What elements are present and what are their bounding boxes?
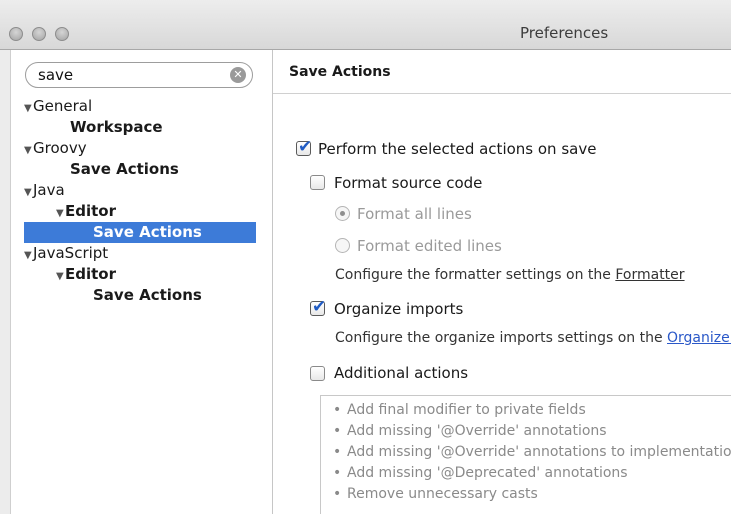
additional-action-text: Add missing '@Deprecated' annotations [347,465,628,481]
formatter-link[interactable]: Formatter [615,267,684,283]
bullet-icon: • [333,444,342,460]
format-edited-lines-radio[interactable] [335,238,350,253]
tree-item-label: Save Actions [93,286,202,304]
perform-actions-label[interactable]: Perform the selected actions on save [318,140,596,158]
tree-item-label: Save Actions [70,160,179,178]
format-all-lines-radio[interactable] [335,206,350,221]
additional-action-item: • Add missing '@Deprecated' annotations [333,463,731,484]
organize-imports-note-text: Configure the organize imports settings … [335,330,668,346]
format-all-lines-label[interactable]: Format all lines [357,205,472,223]
tree-item[interactable]: ▼Editor [24,201,256,222]
disclosure-triangle-icon[interactable]: ▼ [24,245,33,266]
tree-item[interactable]: ▼Editor [24,264,256,285]
organize-imports-note: Configure the organize imports settings … [335,330,731,346]
zoom-window-button[interactable] [55,27,69,41]
tree-item-label: Editor [65,202,116,220]
additional-action-item: • Add final modifier to private fields [333,400,731,421]
tree-item-label: Groovy [33,139,87,157]
additional-action-text: Add missing '@Override' annotations to i… [347,444,731,460]
organize-imports-label[interactable]: Organize imports [334,300,463,318]
tree-item-label: Editor [65,265,116,283]
additional-action-item: • Add missing '@Override' annotations to … [333,442,731,463]
additional-action-item: • Remove unnecessary casts [333,484,731,505]
checkmark-icon: ✔ [312,297,327,317]
radio-dot-icon [340,211,345,216]
tree-item[interactable]: ▼General [24,96,256,117]
checkmark-icon: ✔ [298,137,313,157]
tree-item[interactable]: Save Actions [24,159,256,180]
formatter-note-text: Configure the formatter settings on the [335,267,616,283]
additional-action-item: • Add missing '@Override' annotations [333,421,731,442]
additional-actions-list-box[interactable]: • Add final modifier to private fields • Ad… [320,395,731,514]
format-source-label[interactable]: Format source code [334,174,482,192]
disclosure-triangle-icon[interactable]: ▼ [24,98,33,119]
disclosure-triangle-icon[interactable]: ▼ [24,182,33,203]
additional-actions-label[interactable]: Additional actions [334,364,468,382]
tree-item-label: Workspace [70,118,163,136]
bullet-icon: • [333,423,342,439]
search-field[interactable]: ✕ [25,62,253,88]
tree-item-label: Save Actions [93,223,202,241]
tree-item[interactable]: ▼Groovy [24,138,256,159]
search-input[interactable] [38,66,218,84]
additional-action-text: Add final modifier to private fields [347,402,586,418]
organize-imports-link[interactable]: Organize Imports [667,330,731,346]
perform-actions-checkbox[interactable]: ✔ [296,137,312,157]
organize-imports-checkbox[interactable]: ✔ [310,297,326,317]
tree-item[interactable]: Save Actions [24,285,256,306]
tree-item[interactable]: Workspace [24,117,256,138]
tree-item[interactable]: Save Actions [24,222,256,243]
preferences-tree: ▼General Workspace ▼Groovy Save Actions ▼Jav… [24,96,256,306]
tree-item[interactable]: ▼JavaScript [24,243,256,264]
page-title: Save Actions [289,64,391,80]
minimize-window-button[interactable] [32,27,46,41]
disclosure-triangle-icon[interactable]: ▼ [24,140,33,161]
format-edited-lines-label[interactable]: Format edited lines [357,237,502,255]
additional-action-text: Add missing '@Override' annotations [347,423,607,439]
window-title: Preferences [520,24,609,42]
additional-action-text: Remove unnecessary casts [347,486,538,502]
sidebar-edge [0,50,11,514]
tree-item-label: JavaScript [33,244,109,262]
additional-actions-list: • Add final modifier to private fields • Ad… [333,400,731,505]
tree-item-label: Java [33,181,65,199]
additional-actions-checkbox[interactable] [310,366,325,381]
disclosure-triangle-icon[interactable]: ▼ [56,203,65,224]
close-window-button[interactable] [9,27,23,41]
clear-icon[interactable]: ✕ [230,67,246,83]
preferences-window: Preferences ✕ ▼GeneralWorkspace▼GroovySa… [0,0,731,514]
formatter-note: Configure the formatter settings on the … [335,267,685,283]
disclosure-triangle-icon[interactable]: ▼ [56,266,65,287]
bullet-icon: • [333,486,342,502]
tree-item[interactable]: ▼Java [24,180,256,201]
tree-item-label: General [33,97,93,115]
title-bar[interactable]: Preferences [0,0,731,50]
bullet-icon: • [333,402,342,418]
page-header: Save Actions [273,50,731,94]
bullet-icon: • [333,465,342,481]
format-source-checkbox[interactable] [310,175,325,190]
